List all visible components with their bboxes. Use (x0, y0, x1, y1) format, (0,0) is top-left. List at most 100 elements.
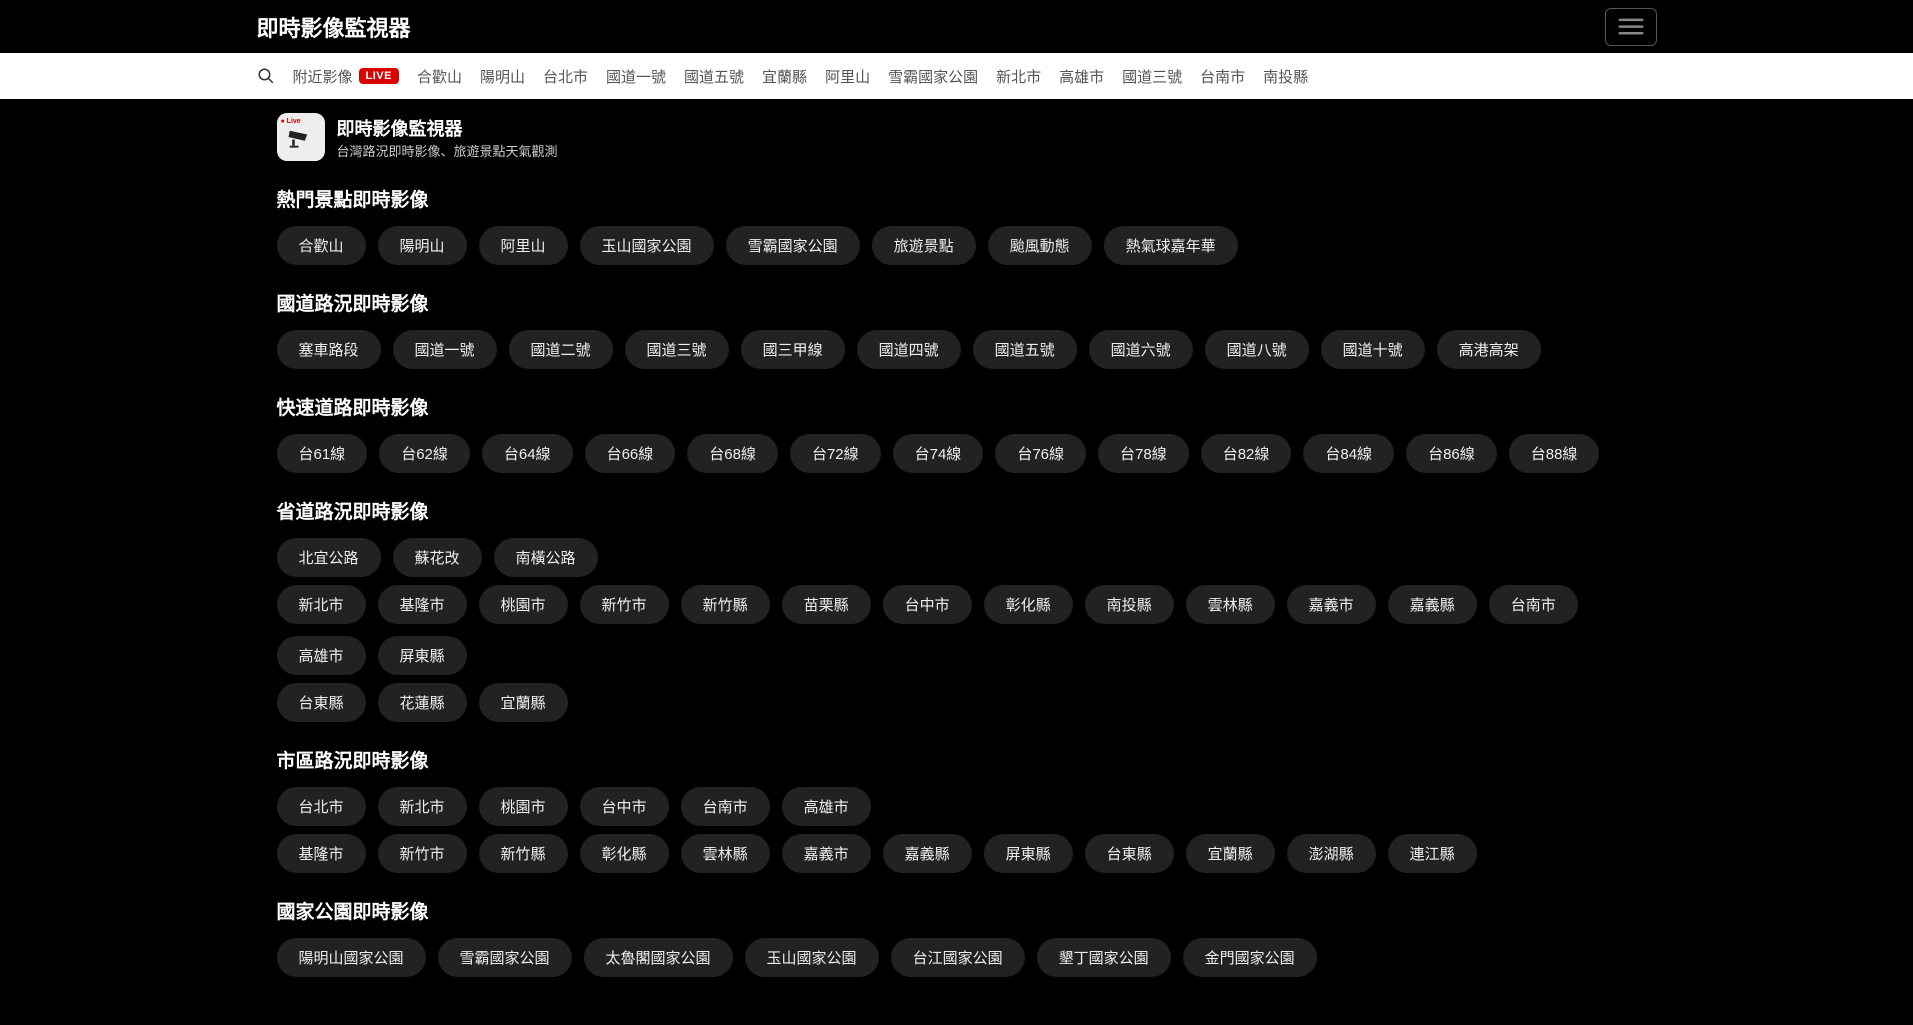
category-chip[interactable]: 台78線 (1098, 434, 1189, 473)
site-subtitle: 台灣路況即時影像、旅遊景點天氣觀測 (337, 141, 558, 160)
category-chip[interactable]: 台82線 (1201, 434, 1292, 473)
search-button[interactable] (257, 67, 275, 85)
category-chip[interactable]: 台66線 (585, 434, 676, 473)
category-chip[interactable]: 台88線 (1509, 434, 1600, 473)
category-chip[interactable]: 雪霸國家公園 (438, 938, 572, 977)
category-chip[interactable]: 太魯閣國家公園 (584, 938, 733, 977)
category-chip[interactable]: 新北市 (378, 787, 467, 826)
category-chip[interactable]: 雪霸國家公園 (726, 226, 860, 265)
category-chip[interactable]: 台72線 (790, 434, 881, 473)
navbar: 附近影像LIVE 合歡山陽明山台北市國道一號國道五號宜蘭縣阿里山雪霸國家公園新北市… (0, 53, 1913, 99)
category-chip[interactable]: 台北市 (277, 787, 366, 826)
category-chip[interactable]: 台68線 (687, 434, 778, 473)
nav-link[interactable]: 合歡山 (417, 66, 462, 87)
category-chip[interactable]: 台62線 (379, 434, 470, 473)
category-chip[interactable]: 新竹縣 (479, 834, 568, 873)
nav-link[interactable]: 國道三號 (1122, 66, 1182, 87)
category-chip[interactable]: 苗栗縣 (782, 585, 871, 624)
category-chip[interactable]: 合歡山 (277, 226, 366, 265)
category-chip[interactable]: 南投縣 (1085, 585, 1174, 624)
category-chip[interactable]: 南橫公路 (494, 538, 598, 577)
nav-link[interactable]: 台北市 (543, 66, 588, 87)
category-chip[interactable]: 彰化縣 (580, 834, 669, 873)
nav-link[interactable]: 南投縣 (1263, 66, 1308, 87)
category-chip[interactable]: 嘉義市 (1287, 585, 1376, 624)
category-chip[interactable]: 颱風動態 (988, 226, 1092, 265)
category-chip[interactable]: 蘇花改 (393, 538, 482, 577)
nav-link[interactable]: 附近影像LIVE (293, 66, 399, 87)
menu-toggle-button[interactable] (1605, 8, 1657, 46)
category-chip[interactable]: 北宜公路 (277, 538, 381, 577)
nav-link[interactable]: 雪霸國家公園 (888, 66, 978, 87)
category-chip[interactable]: 桃園市 (479, 585, 568, 624)
chip-row: 基隆市新竹市新竹縣彰化縣雲林縣嘉義市嘉義縣屏東縣台東縣宜蘭縣澎湖縣連江縣 (277, 834, 1637, 873)
category-chip[interactable]: 台74線 (893, 434, 984, 473)
category-chip[interactable]: 花蓮縣 (378, 683, 467, 722)
category-chip[interactable]: 新北市 (277, 585, 366, 624)
category-chip[interactable]: 墾丁國家公園 (1037, 938, 1171, 977)
category-chip[interactable]: 台江國家公園 (891, 938, 1025, 977)
category-chip[interactable]: 台86線 (1406, 434, 1497, 473)
nav-link[interactable]: 國道五號 (684, 66, 744, 87)
category-chip[interactable]: 高雄市 (277, 636, 366, 675)
category-chip[interactable]: 國道四號 (857, 330, 961, 369)
category-chip[interactable]: 陽明山 (378, 226, 467, 265)
category-chip[interactable]: 台東縣 (277, 683, 366, 722)
category-chip[interactable]: 高雄市 (782, 787, 871, 826)
category-chip[interactable]: 國道五號 (973, 330, 1077, 369)
category-chip[interactable]: 台64線 (482, 434, 573, 473)
category-chip[interactable]: 雲林縣 (1186, 585, 1275, 624)
category-chip[interactable]: 桃園市 (479, 787, 568, 826)
category-chip[interactable]: 國三甲線 (741, 330, 845, 369)
category-chip[interactable]: 台中市 (883, 585, 972, 624)
category-chip[interactable]: 台南市 (1489, 585, 1578, 624)
category-chip[interactable]: 國道八號 (1205, 330, 1309, 369)
category-chip[interactable]: 新竹縣 (681, 585, 770, 624)
category-chip[interactable]: 國道六號 (1089, 330, 1193, 369)
category-chip[interactable]: 彰化縣 (984, 585, 1073, 624)
brand-title[interactable]: 即時影像監視器 (257, 11, 411, 43)
category-chip[interactable]: 屏東縣 (984, 834, 1073, 873)
category-chip[interactable]: 台76線 (995, 434, 1086, 473)
logo-live-badge: ● Live (281, 118, 301, 125)
category-chip[interactable]: 台東縣 (1085, 834, 1174, 873)
category-chip[interactable]: 熱氣球嘉年華 (1104, 226, 1238, 265)
category-chip[interactable]: 台南市 (681, 787, 770, 826)
category-chip[interactable]: 新竹市 (378, 834, 467, 873)
category-chip[interactable]: 塞車路段 (277, 330, 381, 369)
category-chip[interactable]: 高港高架 (1437, 330, 1541, 369)
category-chip[interactable]: 阿里山 (479, 226, 568, 265)
category-chip[interactable]: 陽明山國家公園 (277, 938, 426, 977)
category-chip[interactable]: 屏東縣 (378, 636, 467, 675)
category-chip[interactable]: 旅遊景點 (872, 226, 976, 265)
category-chip[interactable]: 國道十號 (1321, 330, 1425, 369)
nav-link[interactable]: 陽明山 (480, 66, 525, 87)
category-chip[interactable]: 新竹市 (580, 585, 669, 624)
category-chip[interactable]: 宜蘭縣 (479, 683, 568, 722)
nav-link[interactable]: 阿里山 (825, 66, 870, 87)
category-chip[interactable]: 台中市 (580, 787, 669, 826)
category-chip[interactable]: 宜蘭縣 (1186, 834, 1275, 873)
category-chip[interactable]: 台61線 (277, 434, 368, 473)
category-chip[interactable]: 玉山國家公園 (745, 938, 879, 977)
category-chip[interactable]: 嘉義市 (782, 834, 871, 873)
category-chip[interactable]: 雲林縣 (681, 834, 770, 873)
nav-link[interactable]: 高雄市 (1059, 66, 1104, 87)
nav-link[interactable]: 國道一號 (606, 66, 666, 87)
category-chip[interactable]: 國道三號 (625, 330, 729, 369)
nav-link[interactable]: 台南市 (1200, 66, 1245, 87)
category-chip[interactable]: 玉山國家公園 (580, 226, 714, 265)
category-chip[interactable]: 金門國家公園 (1183, 938, 1317, 977)
category-chip[interactable]: 國道二號 (509, 330, 613, 369)
category-chip[interactable]: 基隆市 (277, 834, 366, 873)
nav-link[interactable]: 宜蘭縣 (762, 66, 807, 87)
category-chip[interactable]: 嘉義縣 (883, 834, 972, 873)
live-badge: LIVE (359, 68, 399, 84)
category-chip[interactable]: 澎湖縣 (1287, 834, 1376, 873)
nav-link[interactable]: 新北市 (996, 66, 1041, 87)
category-chip[interactable]: 國道一號 (393, 330, 497, 369)
category-chip[interactable]: 基隆市 (378, 585, 467, 624)
category-chip[interactable]: 嘉義縣 (1388, 585, 1477, 624)
category-chip[interactable]: 台84線 (1303, 434, 1394, 473)
category-chip[interactable]: 連江縣 (1388, 834, 1477, 873)
